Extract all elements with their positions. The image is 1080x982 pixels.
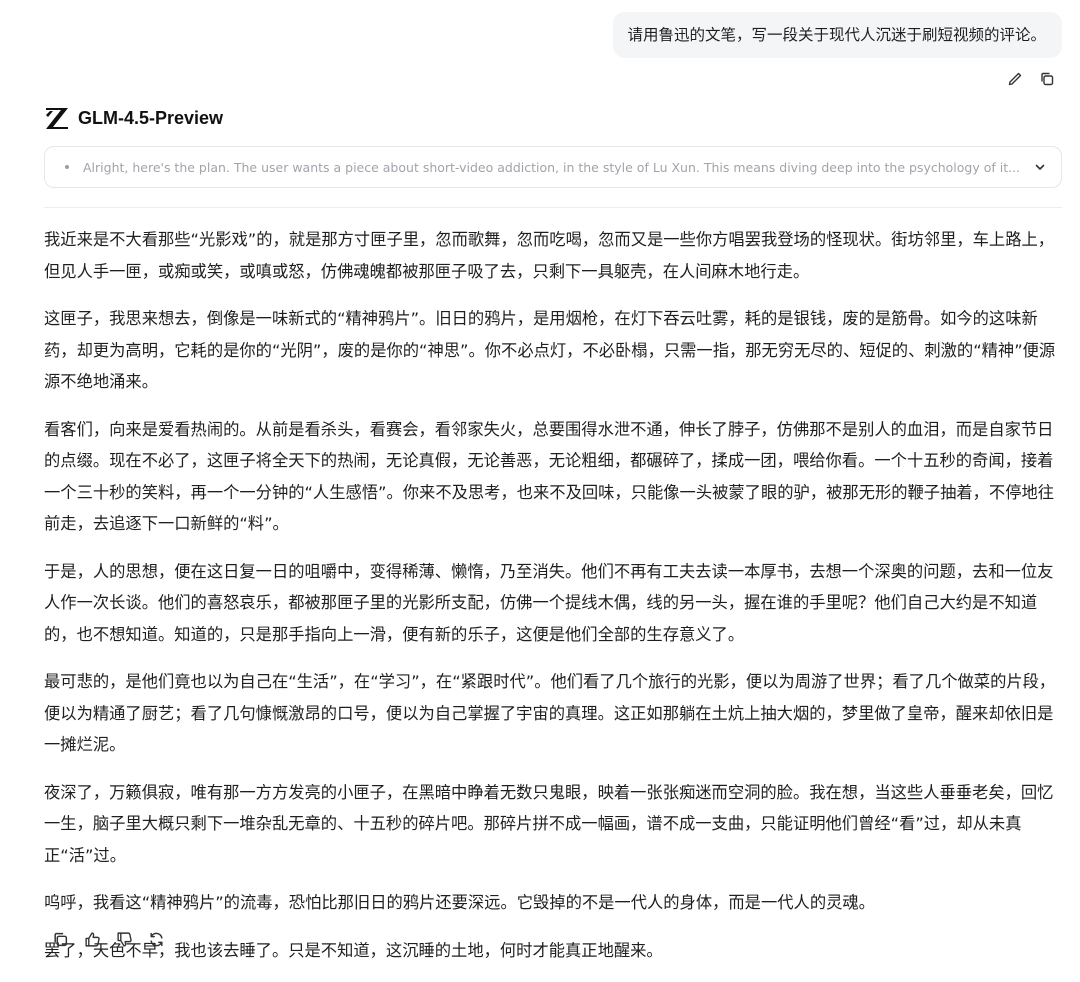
z-logo-icon bbox=[46, 108, 68, 129]
answer-paragraph: 这匣子，我思来想去，倒像是一味新式的“精神鸦片”。旧日的鸦片，是用烟枪，在灯下吞… bbox=[44, 309, 1056, 391]
chevron-down-icon[interactable] bbox=[1033, 160, 1047, 174]
answer-paragraph: 于是，人的思想，便在这日复一日的咀嚼中，变得稀薄、懒惰，乃至消失。他们不再有工夫… bbox=[44, 561, 1054, 644]
thumbs-down-icon[interactable] bbox=[114, 929, 134, 949]
pencil-icon[interactable] bbox=[1006, 70, 1024, 88]
user-message-bubble: 请用鲁迅的文笔，写一段关于现代人沉迷于刷短视频的评论。 bbox=[613, 12, 1062, 58]
divider bbox=[44, 207, 1062, 208]
answer-paragraph: 呜呼，我看这“精神鸦片”的流毒，恐怕比那旧日的鸦片还要深远。它毁掉的不是一代人的… bbox=[44, 893, 875, 912]
thinking-summary-toggle[interactable]: Alright, here's the plan. The user wants… bbox=[44, 146, 1062, 188]
model-header: GLM-4.5-Preview bbox=[44, 106, 223, 130]
answer-paragraph: 夜深了，万籁俱寂，唯有那一方方发亮的小匣子，在黑暗中睁着无数只鬼眼，映着一张张痴… bbox=[44, 782, 1054, 865]
copy-icon[interactable] bbox=[1038, 70, 1056, 88]
answer-actions bbox=[50, 929, 166, 949]
regenerate-icon[interactable] bbox=[146, 929, 166, 949]
answer-paragraph: 看客们，向来是爱看热闹的。从前是看杀头，看赛会，看邻家失火，总要围得水泄不通，伸… bbox=[44, 419, 1055, 534]
copy-icon[interactable] bbox=[50, 929, 70, 949]
thumbs-up-icon[interactable] bbox=[82, 929, 102, 949]
bullet-dot bbox=[65, 165, 69, 169]
answer-paragraph: 我近来是不大看那些“光影戏”的，就是那方寸匣子里，忽而歌舞，忽而吃喝，忽而又是一… bbox=[44, 230, 1055, 281]
model-name: GLM-4.5-Preview bbox=[78, 107, 224, 128]
answer-paragraph: 最可悲的，是他们竟也以为自己在“生活”，在“学习”，在“紧跟时代”。他们看了几个… bbox=[44, 672, 1056, 754]
user-message-actions bbox=[1006, 70, 1056, 88]
thinking-summary-text: Alright, here's the plan. The user wants… bbox=[83, 159, 1021, 175]
answer-content: 我近来是不大看那些“光影戏”的，就是那方寸匣子里，忽而歌舞，忽而吃喝，忽而又是一… bbox=[44, 224, 1060, 982]
answer-paragraph: 罢了，天色不早，我也该去睡了。只是不知道，这沉睡的土地，何时才能真正地醒来。 bbox=[44, 940, 663, 960]
